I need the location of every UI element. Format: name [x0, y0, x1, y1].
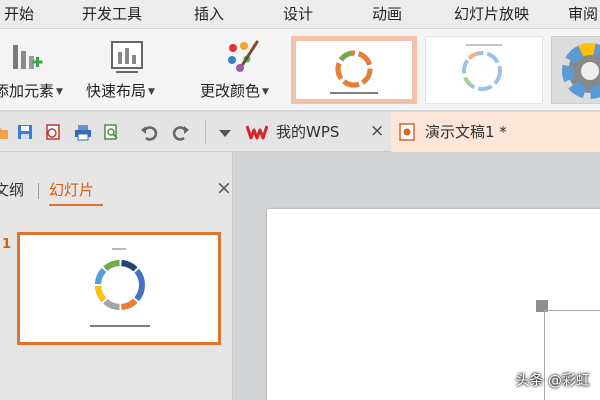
toolbar-divider [205, 120, 206, 144]
ring-diagram-thumbnail [330, 50, 378, 94]
open-folder-icon[interactable] [0, 123, 10, 141]
chevron-down-icon: ▼ [56, 86, 63, 97]
menu-insert[interactable]: 插入 [194, 4, 224, 24]
tab-slides[interactable]: 幻灯片 [49, 180, 94, 200]
add-element-icon [13, 45, 43, 69]
tab-my-wps-label: 我的WPS [276, 123, 340, 141]
menu-bar: 开始 开发工具 插入 设计 动画 幻灯片放映 审阅 [0, 0, 600, 29]
ring-diagram-thumbnail [462, 44, 502, 91]
active-tab-underline [49, 204, 103, 206]
ring-diagram-slide [90, 248, 150, 327]
ring-diagram-thumbnail [562, 43, 600, 99]
slides-pane: 文纲 幻灯片 × 1 [0, 152, 233, 400]
save-icon[interactable] [16, 123, 34, 141]
quick-layout-label: 快速布局 [86, 82, 147, 100]
presentation-file-icon [399, 123, 415, 141]
menu-design[interactable]: 设计 [283, 4, 313, 24]
palette-icon [228, 40, 259, 72]
chevron-down-icon: ▼ [262, 86, 269, 97]
chevron-down-icon: ▼ [148, 86, 155, 97]
menu-review[interactable]: 审阅 [568, 4, 598, 24]
tab-my-wps[interactable]: 我的WPS × [238, 112, 390, 152]
export-pdf-icon[interactable] [44, 123, 62, 141]
style-thumbnail-3[interactable] [551, 36, 600, 104]
slide-number: 1 [2, 237, 12, 252]
close-tab-icon[interactable]: × [370, 121, 384, 141]
menu-home[interactable]: 开始 [4, 4, 34, 24]
quick-layout-icon [111, 41, 143, 73]
change-color-label: 更改颜色 [200, 82, 261, 100]
menu-animation[interactable]: 动画 [372, 4, 402, 24]
slide-thumbnail-1[interactable] [17, 232, 221, 345]
print-preview-icon[interactable] [102, 123, 120, 141]
quick-access-toolbar: 我的WPS × 演示文稿1 * [0, 112, 600, 152]
change-color-button[interactable]: 更改颜色 ▼ [198, 29, 288, 111]
add-element-label: 添加元素 [0, 82, 55, 100]
menu-developer[interactable]: 开发工具 [82, 4, 142, 24]
tab-outline[interactable]: 文纲 [0, 180, 24, 200]
wps-logo-icon [246, 125, 268, 140]
pane-tab-divider [38, 183, 39, 199]
undo-icon[interactable] [140, 123, 158, 141]
quick-layout-button[interactable]: 快速布局 ▼ [84, 29, 172, 111]
style-thumbnail-1[interactable] [291, 36, 417, 104]
tab-document[interactable]: 演示文稿1 * [391, 112, 600, 152]
style-thumbnail-2[interactable] [425, 36, 543, 104]
close-pane-icon[interactable]: × [216, 178, 232, 198]
ribbon: 添加元素 ▼ 快速布局 ▼ 更改颜色 ▼ [0, 29, 600, 111]
customize-dropdown-icon[interactable] [216, 123, 234, 141]
slide-editor [234, 152, 600, 400]
menu-slideshow[interactable]: 幻灯片放映 [454, 4, 529, 24]
watermark: 头条 @彩虹 [515, 373, 590, 389]
redo-icon[interactable] [172, 123, 190, 141]
add-element-button[interactable]: 添加元素 ▼ [0, 29, 78, 111]
tab-document-label: 演示文稿1 * [425, 123, 507, 141]
print-icon[interactable] [74, 123, 92, 141]
